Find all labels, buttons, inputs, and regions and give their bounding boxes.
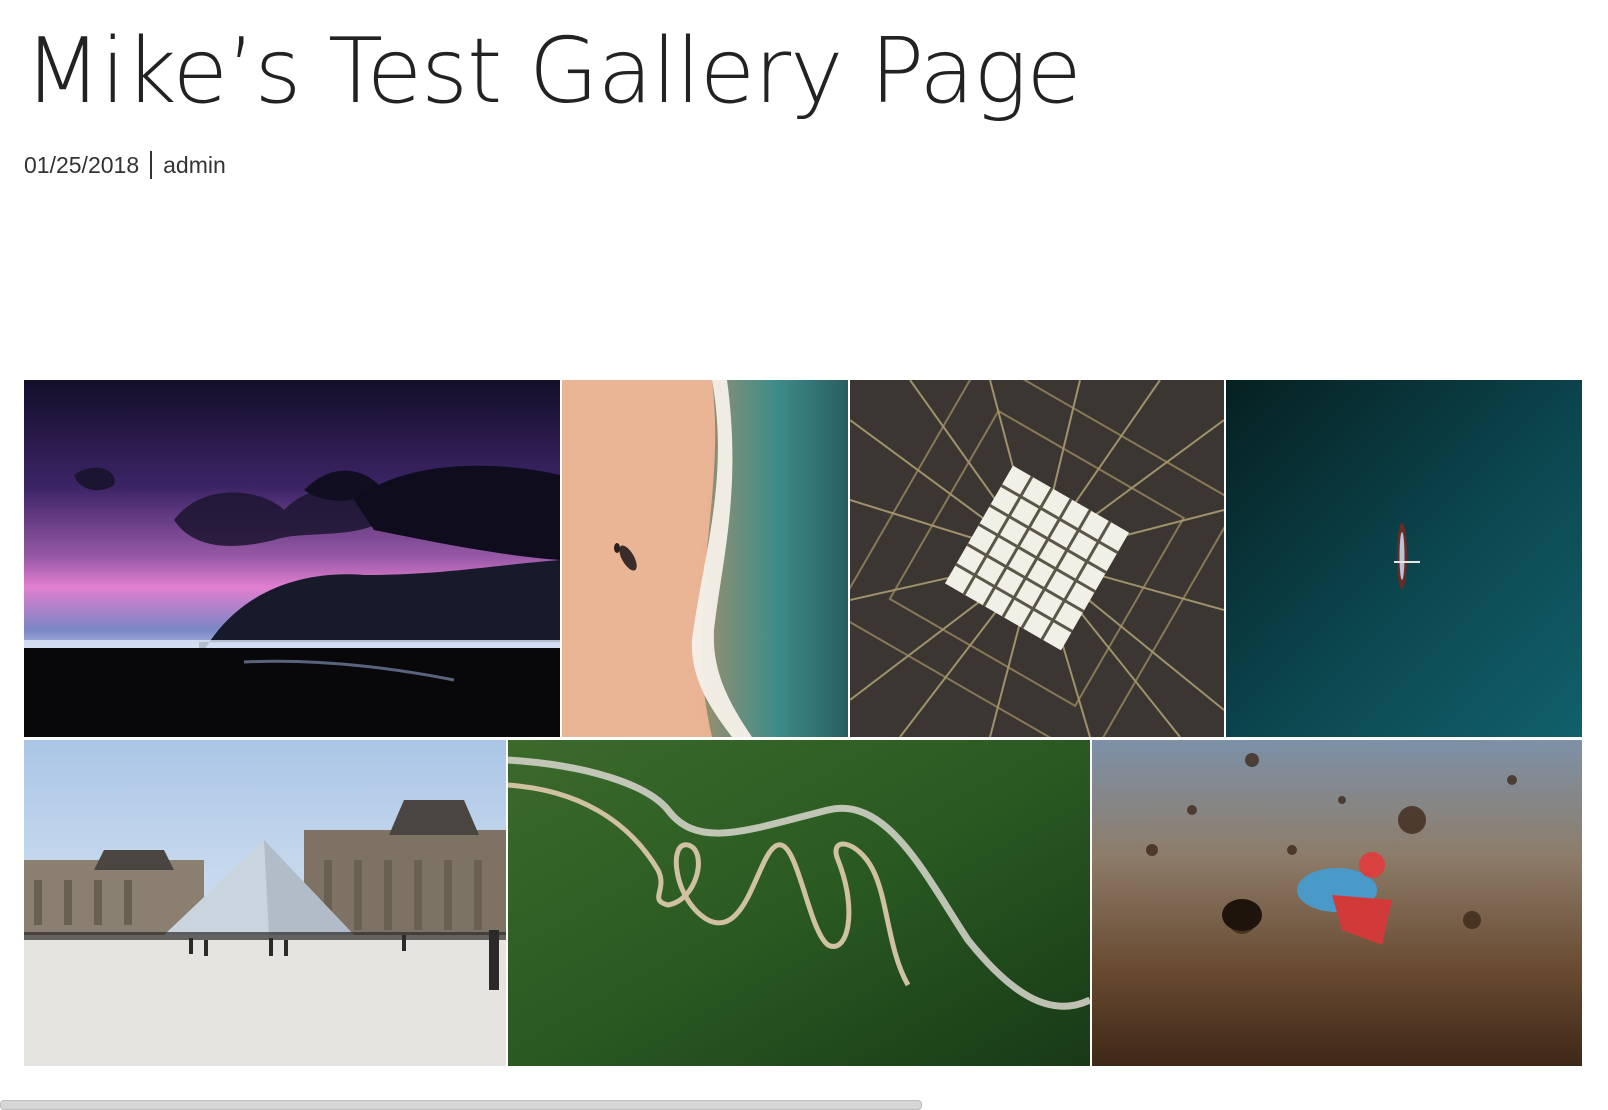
gallery-image-kayak-ocean[interactable] — [1226, 380, 1582, 737]
gallery-image-skylight-grid[interactable] — [850, 380, 1224, 737]
page-title: Mike’s Test Gallery Page — [24, 19, 1082, 124]
horizontal-scrollbar[interactable] — [0, 1100, 922, 1110]
gallery-image-louvre-pyramid[interactable] — [24, 740, 506, 1066]
post-date: 01/25/2018 — [24, 151, 140, 178]
post-meta: 01/25/2018 admin — [24, 150, 226, 180]
post-author-link[interactable]: admin — [163, 152, 226, 179]
gallery-image-motocross-dirt[interactable] — [1092, 740, 1582, 1066]
gallery-image-purple-sky-coast[interactable] — [24, 380, 560, 737]
meta-separator — [150, 151, 153, 179]
gallery-image-winding-mountain-road[interactable] — [508, 740, 1090, 1066]
gallery-image-aerial-beach-waves[interactable] — [562, 380, 848, 737]
